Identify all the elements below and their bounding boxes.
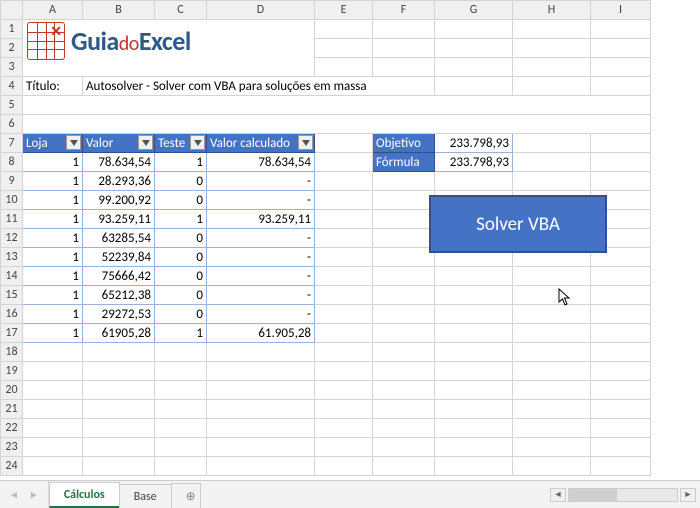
col-header[interactable]: D bbox=[207, 1, 315, 20]
objetivo-value: 233.798,93 bbox=[435, 134, 513, 153]
row-header[interactable]: 5 bbox=[1, 96, 23, 115]
horizontal-scrollbar[interactable]: ◄ ► bbox=[550, 481, 700, 508]
row-header[interactable]: 4 bbox=[1, 77, 23, 96]
table-row[interactable]: 16129272,530- bbox=[1, 305, 700, 324]
table-row[interactable]: 8 1 78.634,54 1 78.634,54 Fórmula 233.79… bbox=[1, 153, 700, 172]
spreadsheet-grid[interactable]: A B C D E F G H I 1 GuiadoExcel 2 3 bbox=[0, 0, 700, 480]
row-header[interactable]: 3 bbox=[1, 58, 23, 77]
row-header[interactable]: 1 bbox=[1, 20, 23, 39]
table-row[interactable]: 14175666,420- bbox=[1, 267, 700, 286]
scroll-left-icon[interactable]: ◄ bbox=[550, 488, 566, 502]
filter-icon[interactable] bbox=[138, 135, 153, 150]
table-row[interactable]: 15165212,380- bbox=[1, 286, 700, 305]
solver-vba-button[interactable]: Solver VBA bbox=[429, 195, 607, 253]
formula-label: Fórmula bbox=[373, 153, 435, 172]
tab-calculos[interactable]: Cálculos bbox=[49, 482, 120, 508]
col-header[interactable]: C bbox=[155, 1, 207, 20]
col-header[interactable]: E bbox=[315, 1, 373, 20]
filter-icon[interactable] bbox=[298, 135, 313, 150]
col-header[interactable]: A bbox=[23, 1, 83, 20]
select-all-corner[interactable] bbox=[1, 1, 23, 20]
formula-value: 233.798,93 bbox=[435, 153, 513, 172]
col-header[interactable]: G bbox=[435, 1, 513, 20]
table-header-valorcalc[interactable]: Valor calculado bbox=[207, 134, 315, 153]
col-header[interactable]: H bbox=[513, 1, 591, 20]
col-header[interactable]: I bbox=[591, 1, 651, 20]
row-header[interactable]: 6 bbox=[1, 115, 23, 134]
logo-icon bbox=[27, 22, 65, 60]
row-header[interactable]: 7 bbox=[1, 134, 23, 153]
row-header[interactable]: 8 bbox=[1, 153, 23, 172]
col-header[interactable]: F bbox=[373, 1, 435, 20]
tab-nav-arrows[interactable]: ◄ ► bbox=[0, 481, 49, 508]
title-value: Autosolver - Solver com VBA para soluçõe… bbox=[83, 77, 435, 96]
logo: GuiadoExcel bbox=[27, 22, 191, 60]
scroll-track[interactable] bbox=[568, 488, 678, 502]
row-header[interactable]: 2 bbox=[1, 39, 23, 58]
objetivo-label: Objetivo bbox=[373, 134, 435, 153]
table-header-loja[interactable]: Loja bbox=[23, 134, 83, 153]
table-header-teste[interactable]: Teste bbox=[155, 134, 207, 153]
table-header-valor[interactable]: Valor bbox=[83, 134, 155, 153]
nav-next-icon[interactable]: ► bbox=[26, 488, 42, 501]
filter-icon[interactable] bbox=[66, 135, 81, 150]
col-header[interactable]: B bbox=[83, 1, 155, 20]
title-label: Título: bbox=[23, 77, 83, 96]
filter-icon[interactable] bbox=[190, 135, 205, 150]
scroll-right-icon[interactable]: ► bbox=[680, 488, 696, 502]
sheet-tab-bar: ◄ ► Cálculos Base ⊕ ◄ ► bbox=[0, 480, 700, 508]
column-header-row[interactable]: A B C D E F G H I bbox=[1, 1, 700, 20]
table-row[interactable]: 17161905,28161.905,28 bbox=[1, 324, 700, 343]
nav-prev-icon[interactable]: ◄ bbox=[6, 488, 22, 501]
tab-base[interactable]: Base bbox=[119, 484, 172, 508]
add-sheet-button[interactable]: ⊕ bbox=[171, 483, 201, 508]
table-row[interactable]: 9128.293,360- bbox=[1, 172, 700, 191]
logo-text: GuiadoExcel bbox=[71, 25, 191, 57]
